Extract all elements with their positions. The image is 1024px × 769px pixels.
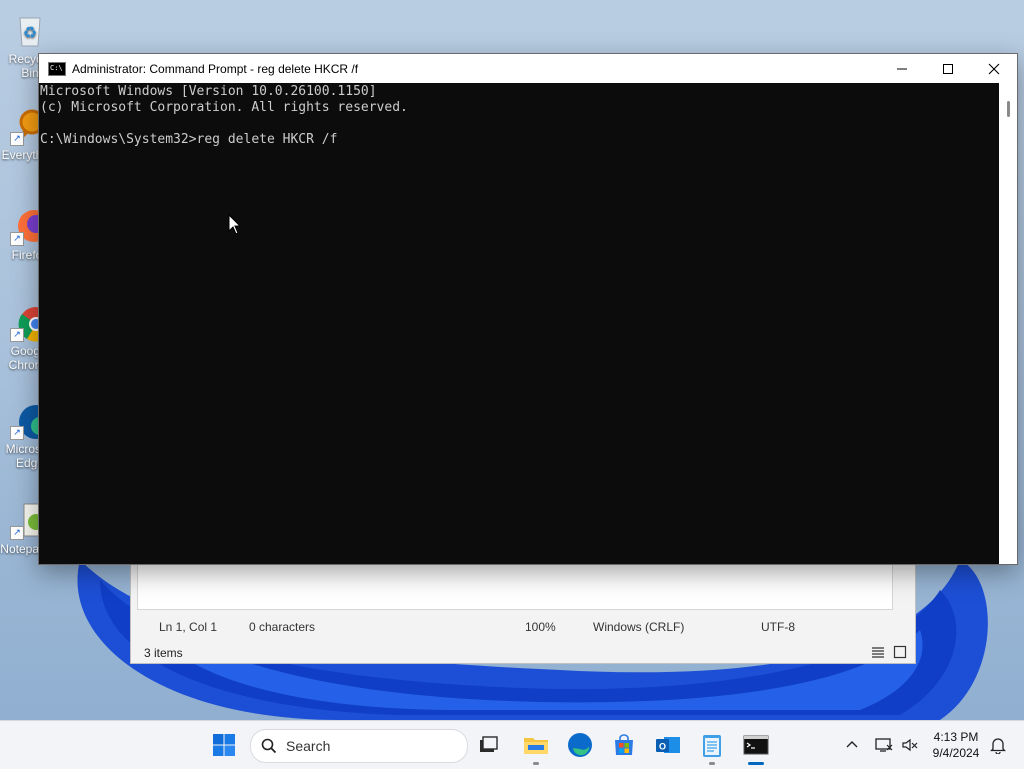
notepad-status-bar: Ln 1, Col 1 0 characters 100% Windows (C…: [137, 613, 891, 641]
notifications-button[interactable]: [982, 729, 1014, 761]
explorer-status-bar: 3 items: [131, 643, 915, 663]
taskbar-file-explorer[interactable]: [520, 729, 552, 765]
cmd-app-icon: C:\: [48, 61, 66, 76]
taskbar-microsoft-store[interactable]: [608, 729, 640, 761]
status-item-count: 3 items: [144, 646, 183, 660]
svg-text:♻: ♻: [23, 25, 37, 42]
status-characters: 0 characters: [249, 620, 316, 634]
terminal-icon: [743, 735, 769, 755]
console-line: Microsoft Windows [Version 10.0.26100.11…: [40, 84, 377, 99]
minimize-button[interactable]: [879, 54, 925, 83]
details-view-icon[interactable]: [871, 645, 885, 662]
svg-text:O: O: [659, 742, 666, 752]
active-indicator: [748, 762, 764, 765]
maximize-button[interactable]: [925, 54, 971, 83]
scrollbar-thumb[interactable]: [1007, 101, 1010, 117]
volume-muted-icon: [902, 738, 918, 752]
console-line: (c) Microsoft Corporation. All rights re…: [40, 100, 408, 115]
windows-logo-icon: [213, 734, 235, 756]
network-icon: [875, 738, 893, 752]
show-hidden-icons-button[interactable]: [836, 729, 868, 761]
vertical-scrollbar[interactable]: [999, 83, 1017, 564]
task-view-icon: [480, 736, 498, 752]
console-output[interactable]: Microsoft Windows [Version 10.0.26100.11…: [39, 83, 1000, 565]
outlook-icon: O: [656, 737, 680, 753]
volume-status[interactable]: [894, 729, 926, 761]
status-position: Ln 1, Col 1: [159, 620, 218, 634]
running-indicator: [709, 762, 715, 765]
folder-icon: [524, 738, 548, 754]
console-prompt-line: C:\Windows\System32>reg delete HKCR /f: [40, 132, 338, 147]
chevron-up-icon: [846, 741, 858, 748]
command-prompt-window[interactable]: C:\ Administrator: Command Prompt - reg …: [38, 53, 1018, 565]
store-icon: [615, 734, 633, 755]
taskbar-notepad[interactable]: [696, 729, 728, 765]
taskbar-outlook[interactable]: O: [652, 729, 684, 761]
taskbar-clock[interactable]: 4:13 PM 9/4/2024: [924, 729, 988, 761]
title-bar[interactable]: C:\ Administrator: Command Prompt - reg …: [39, 54, 1017, 83]
tiles-view-icon[interactable]: [893, 645, 907, 662]
taskbar-search-box[interactable]: Search: [250, 729, 468, 763]
taskbar-edge[interactable]: [564, 729, 596, 761]
recycle-bin-icon: ♻: [10, 10, 50, 50]
bell-icon: [990, 738, 1006, 754]
start-button[interactable]: [208, 729, 240, 761]
mouse-pointer-icon: [228, 214, 242, 235]
notepad-text-area[interactable]: [137, 563, 893, 610]
status-line-endings[interactable]: Windows (CRLF): [593, 620, 684, 634]
status-encoding[interactable]: UTF-8: [761, 620, 795, 634]
background-window[interactable]: Ln 1, Col 1 0 characters 100% Windows (C…: [130, 562, 916, 664]
running-indicator: [533, 762, 539, 765]
close-button[interactable]: [971, 54, 1017, 83]
task-view-button[interactable]: [472, 729, 504, 761]
search-placeholder: Search: [286, 738, 331, 754]
search-icon: [261, 738, 277, 754]
taskbar: Search O 4:13 PM 9/4/2024: [0, 720, 1024, 769]
edge-icon: [568, 733, 592, 757]
clock-date: 9/4/2024: [932, 746, 980, 760]
clock-time: 4:13 PM: [933, 730, 979, 744]
notepad-icon: [703, 735, 721, 757]
status-zoom[interactable]: 100%: [525, 620, 556, 634]
taskbar-command-prompt[interactable]: [740, 729, 772, 765]
window-title: Administrator: Command Prompt - reg dele…: [72, 61, 359, 76]
